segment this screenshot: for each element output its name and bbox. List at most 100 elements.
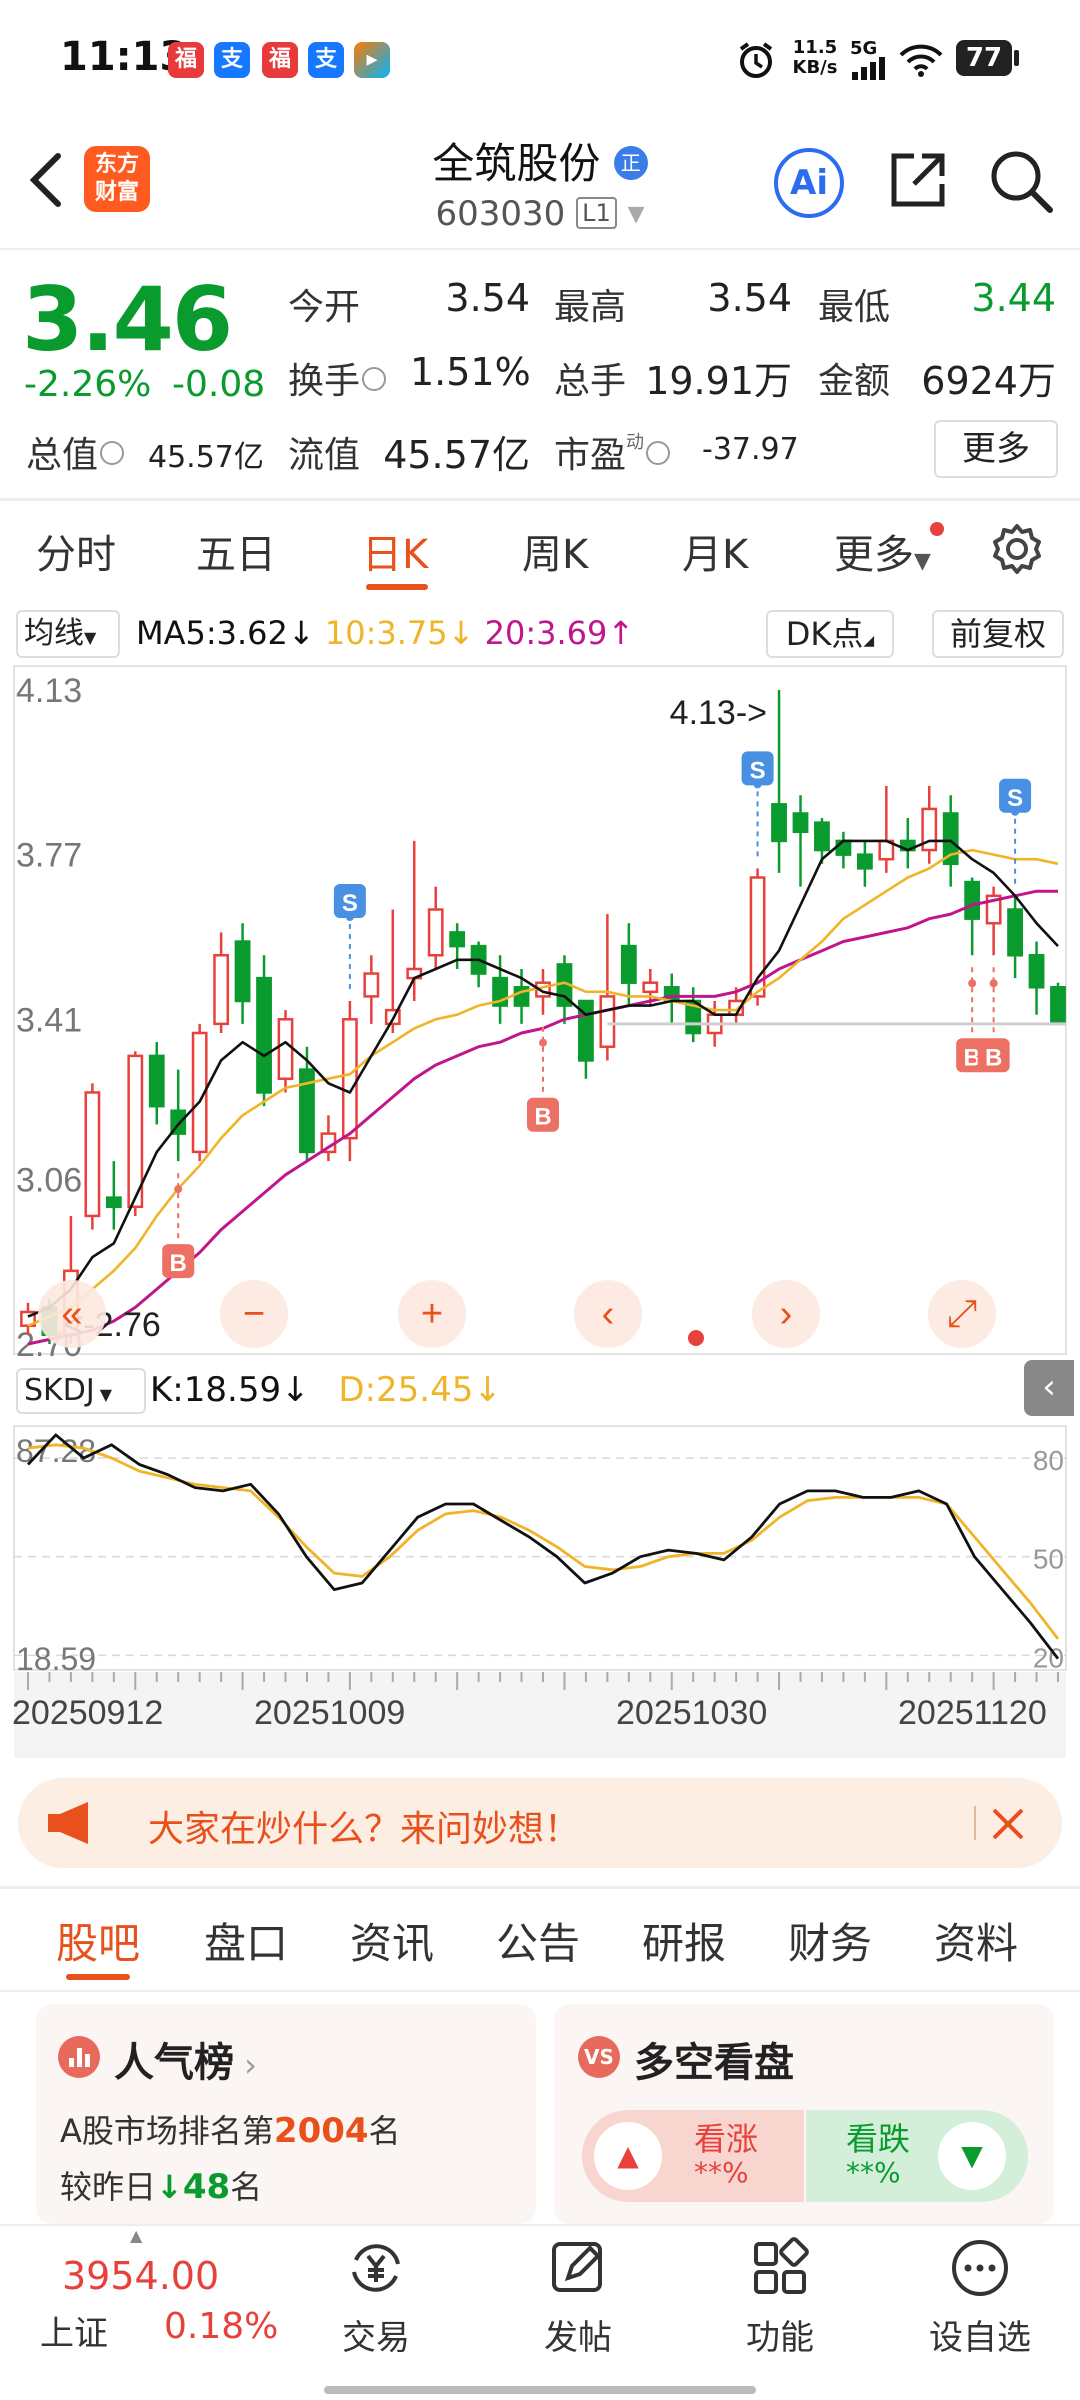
grid-functions-icon[interactable] [748, 2236, 812, 2300]
nav-add-watchlist[interactable]: 设自选 [910, 2310, 1050, 2359]
turnover-value: 1.51% [410, 350, 531, 394]
ai-label: Ai [790, 163, 828, 203]
tab-monthly-k[interactable]: 月K [682, 522, 748, 580]
search-icon[interactable] [988, 148, 1054, 214]
mktcap-label-text: 总值 [26, 435, 99, 476]
volume-label: 总手 [554, 361, 627, 402]
popularity-rank-line: A股市场排名第2004名 [60, 2106, 401, 2152]
skdj-panel-frame [13, 1425, 1067, 1671]
pe-label[interactable]: 市盈动 [554, 426, 671, 478]
bear-label: 看跌 [846, 2120, 911, 2158]
open-label: 今开 [288, 287, 361, 328]
share-icon[interactable] [886, 148, 950, 212]
signal-letter: S [750, 757, 766, 784]
ai-assistant-button[interactable]: Ai [774, 148, 844, 218]
signal-icon [852, 57, 885, 80]
collapse-panel-button[interactable]: ‹ [1024, 1360, 1074, 1416]
pe-label-text: 市盈 [554, 435, 627, 476]
tab-research[interactable]: 研报 [642, 1910, 726, 1971]
skdj-select[interactable]: SKDJ ▼ [16, 1368, 146, 1414]
tab-daily-k[interactable]: 日K [362, 522, 428, 580]
rank-prefix: A股市场排名第 [60, 2112, 274, 2150]
popularity-change-line: 较昨日↓48名 [60, 2162, 262, 2208]
chart-control-glyph: ⤢ [947, 1293, 977, 1335]
volume-value: 19.91万 [645, 359, 792, 403]
index-value[interactable]: 3954.00 [62, 2254, 219, 2298]
video-app-icon: ▸ [354, 42, 390, 78]
signal-letter: S [1007, 785, 1023, 812]
tab-news[interactable]: 资讯 [350, 1910, 434, 1971]
close-icon[interactable] [990, 1806, 1026, 1842]
candle-body [427, 908, 444, 957]
signal-dot [968, 979, 977, 988]
more-quote-button[interactable]: 更多 [934, 420, 1058, 478]
notification-dot [930, 522, 944, 536]
bull-label: 看涨 [694, 2120, 759, 2158]
chevron-down-icon: ▼ [627, 202, 645, 227]
tab-forum[interactable]: 股吧 [56, 1910, 140, 1971]
nav-functions[interactable]: 功能 [710, 2310, 850, 2359]
trade-icon[interactable] [344, 2236, 408, 2300]
rank-value: 2004 [273, 2111, 369, 2151]
gear-icon[interactable] [990, 522, 1044, 576]
active-tab-indicator [66, 1974, 130, 1980]
app-root: 11:13 福 支 福 支 ▸ 11.5 KB/s 5G 77 东方 财富 全筑… [0, 0, 1080, 2400]
level-badge: L1 [576, 196, 617, 229]
tab-order-book[interactable]: 盘口 [204, 1910, 288, 1971]
turnover-label[interactable]: 换手 [288, 352, 387, 404]
amount-label: 金额 [818, 361, 891, 402]
battery-tip [1014, 50, 1019, 66]
more-dots-icon[interactable] [948, 2236, 1012, 2300]
candle-body [1007, 908, 1023, 957]
index-change: 0.18% [164, 2306, 279, 2347]
tab-intraday[interactable]: 分时 [36, 522, 116, 580]
tab-five-day[interactable]: 五日 [196, 522, 276, 580]
tab-weekly-k[interactable]: 周K [522, 522, 588, 580]
mktcap-label[interactable]: 总值 [26, 426, 125, 478]
candle-body [1050, 986, 1066, 1026]
candle-body [213, 954, 230, 1026]
candle-body [363, 972, 380, 998]
amount-value: 6924万 [921, 359, 1056, 403]
skdj-d-line [27, 1443, 1060, 1640]
change-suffix: 名 [230, 2168, 263, 2206]
popularity-title-text: 人气榜 [114, 2040, 234, 2086]
rank-suffix: 名 [368, 2112, 401, 2150]
high-label: 最高 [554, 287, 627, 328]
tab-more[interactable]: 更多▼ [834, 522, 931, 580]
skdj-right-label: 50 [1033, 1544, 1064, 1575]
low-label: 最低 [818, 287, 891, 328]
skdj-select-label: SKDJ [24, 1373, 95, 1408]
float-value: 45.57亿 [383, 433, 530, 477]
divider [0, 248, 1080, 250]
battery-level: 77 [965, 43, 1003, 73]
compose-post-icon[interactable] [546, 2236, 610, 2300]
app-notification-icon: 福 [262, 42, 298, 78]
popularity-title[interactable]: 人气榜 › [114, 2030, 257, 2088]
banner-text[interactable]: 大家在炒什么？来问妙想！ [148, 1800, 580, 1852]
nav-post[interactable]: 发帖 [508, 2310, 648, 2359]
wifi-icon [899, 44, 943, 77]
candle-body [856, 853, 873, 870]
bull-arrow-button[interactable]: ▲ [594, 2122, 662, 2190]
rank-change-value: 48 [182, 2167, 231, 2207]
megaphone-icon [48, 1802, 88, 1844]
candle-body [277, 1018, 294, 1080]
skdj-right-label: 80 [1033, 1445, 1064, 1476]
signal-letter: B [534, 1104, 551, 1131]
nav-trade[interactable]: 交易 [306, 2310, 446, 2359]
bear-arrow-button[interactable]: ▼ [938, 2122, 1006, 2190]
tab-profile[interactable]: 资料 [934, 1910, 1018, 1971]
change-prefix: 较昨日 [60, 2168, 157, 2206]
tab-announcements[interactable]: 公告 [496, 1910, 580, 1971]
d-value: D:25.45 [338, 1370, 474, 1410]
date-axis-label: 20251030 [616, 1694, 767, 1732]
collapse-caret-icon[interactable]: ▲ [130, 2226, 142, 2245]
signal-letter: B [170, 1250, 187, 1277]
arrow-down-icon: ↓ [281, 1370, 310, 1410]
price-axis-label: 3.77 [16, 837, 82, 875]
date-axis-label: 20250912 [12, 1694, 163, 1732]
kline-chart[interactable]: 4.133.773.413.062.704.13-><-2.76BSBSBSB«… [0, 600, 1080, 1760]
page-dot [688, 1330, 704, 1346]
tab-finance[interactable]: 财务 [788, 1910, 872, 1971]
